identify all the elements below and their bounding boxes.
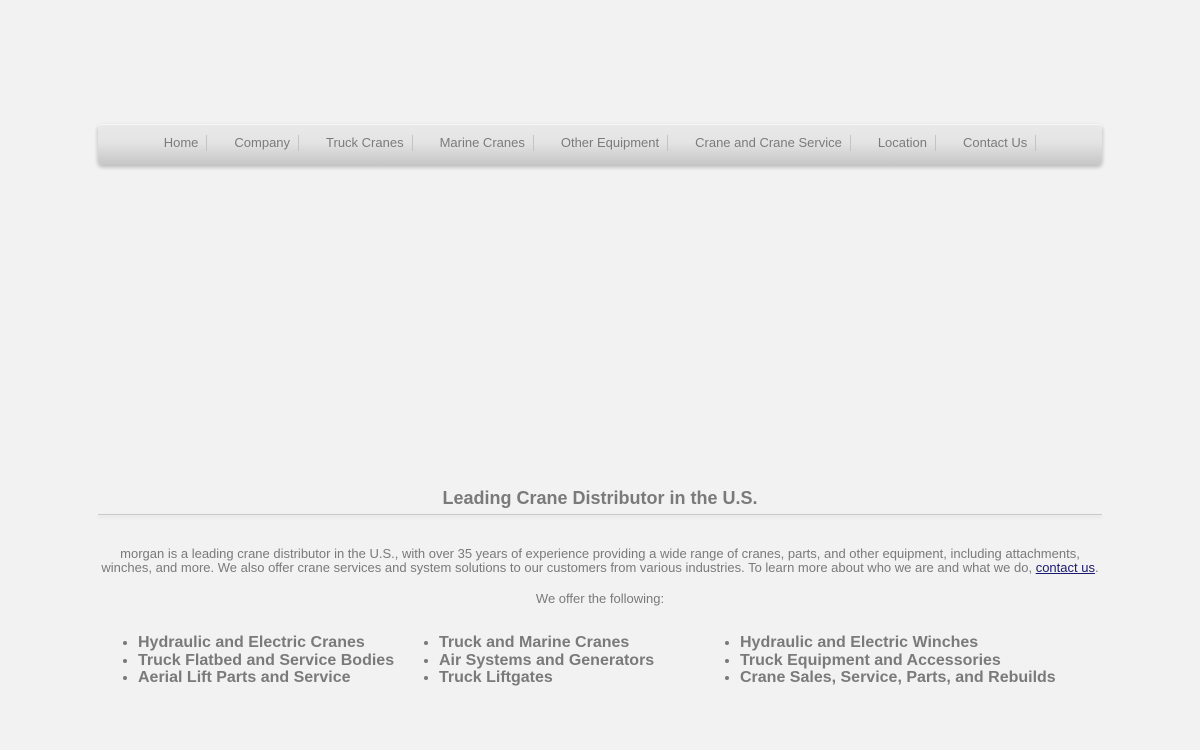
service-item: Hydraulic and Electric Winches: [740, 634, 1001, 652]
service-item: Crane Sales, Service, Parts, and Rebuild…: [740, 669, 1056, 687]
nav-link-crane-service[interactable]: Crane and Crane Service: [695, 135, 842, 150]
services-lists: Hydraulic and Electric Cranes Truck Flat…: [98, 634, 1102, 687]
service-item: Truck and Marine Cranes: [439, 634, 700, 652]
nav-link-truck-cranes[interactable]: Truck Cranes: [326, 135, 404, 150]
main-navigation: Home Company Truck Cranes Marine Cranes …: [98, 124, 1102, 165]
intro-end: .: [1094, 560, 1099, 575]
nav-menu: Home Company Truck Cranes Marine Cranes …: [98, 124, 1102, 165]
contact-us-link[interactable]: contact us: [1036, 560, 1095, 575]
page: Home Company Truck Cranes Marine Cranes …: [0, 0, 1200, 750]
service-item: Truck Equipment and Accessories: [740, 652, 1001, 670]
service-item: Truck Liftgates: [439, 669, 700, 687]
nav-item-truck-cranes: Truck Cranes: [299, 124, 413, 165]
service-item: Truck Flatbed and Service Bodies: [138, 652, 399, 670]
intro-text: morgan is a leading crane distributor in…: [101, 546, 1080, 575]
services-list-3: Hydraulic and Electric Winches Truck Equ…: [700, 634, 1056, 687]
service-item: Aerial Lift Parts and Service: [138, 669, 399, 687]
heading-divider: [98, 514, 1102, 515]
nav-item-company: Company: [207, 124, 299, 165]
nav-item-home: Home: [164, 124, 208, 165]
services-list-1: Hydraulic and Electric Cranes Truck Flat…: [98, 634, 399, 687]
nav-item-other-equipment: Other Equipment: [534, 124, 669, 165]
nav-link-company[interactable]: Company: [234, 135, 290, 150]
service-item: Hydraulic and Electric Cranes: [138, 634, 399, 652]
nav-item-location: Location: [851, 124, 937, 165]
page-heading: Leading Crane Distributor in the U.S.: [442, 488, 758, 508]
nav-item-marine-cranes: Marine Cranes: [413, 124, 535, 165]
nav-link-location[interactable]: Location: [878, 135, 927, 150]
nav-link-home[interactable]: Home: [164, 135, 199, 150]
nav-link-marine-cranes[interactable]: Marine Cranes: [440, 135, 525, 150]
nav-link-other-equipment[interactable]: Other Equipment: [561, 135, 659, 150]
offer-text: We offer the following:: [535, 591, 665, 606]
nav-link-contact-us[interactable]: Contact Us: [963, 135, 1027, 150]
nav-item-contact-us: Contact Us: [936, 124, 1037, 165]
intro-paragraph: morgan is a leading crane distributor in…: [98, 547, 1102, 575]
service-item: Air Systems and Generators: [439, 652, 700, 670]
services-list-2: Truck and Marine Cranes Air Systems and …: [399, 634, 700, 687]
nav-item-crane-service: Crane and Crane Service: [668, 124, 851, 165]
